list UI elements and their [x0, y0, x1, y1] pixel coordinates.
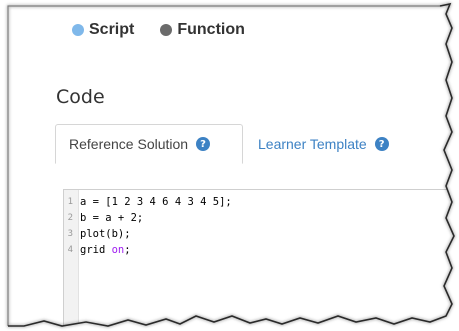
line-number: 3 — [67, 228, 73, 239]
code-line: 2 b = a + 2; — [64, 210, 144, 225]
tab-bar: Reference Solution ? Learner Template ? — [55, 124, 459, 164]
code-text: a = [1 2 3 4 6 4 3 4 5]; — [80, 195, 232, 208]
tab-learner-template-label: Learner Template — [258, 136, 367, 152]
line-number: 4 — [67, 244, 73, 255]
line-number: 1 — [67, 196, 73, 207]
code-text-before: grid — [80, 243, 112, 256]
code-text: plot(b); — [80, 227, 131, 240]
radio-script-label: Script — [89, 21, 135, 38]
line-number: 2 — [67, 212, 73, 223]
question-circle-icon[interactable]: ? — [374, 137, 389, 151]
code-keyword: on — [111, 243, 125, 256]
code-line: 4 grid on; — [64, 242, 131, 257]
code-text: grid on; — [77, 244, 131, 256]
radio-function-label: Function — [177, 21, 245, 38]
code-text-after: ; — [124, 243, 131, 256]
code-text: b = a + 2; — [80, 211, 144, 224]
radio-script[interactable]: Script — [72, 21, 134, 39]
code-line: 3 plot(b); — [64, 226, 131, 241]
code-line: 1 a = [1 2 3 4 6 4 3 4 5]; — [64, 194, 232, 209]
type-radio-group: Script Function — [72, 21, 245, 39]
tab-reference-solution[interactable]: Reference Solution ? — [55, 124, 243, 164]
tab-learner-template[interactable]: Learner Template ? — [245, 124, 402, 164]
radio-selected-icon — [72, 24, 84, 36]
code-editor[interactable]: 1 a = [1 2 3 4 6 4 3 4 5]; 2 b = a + 2; … — [63, 189, 459, 331]
radio-function[interactable]: Function — [160, 21, 245, 39]
radio-unselected-icon — [160, 24, 173, 36]
section-title: Code — [56, 86, 105, 108]
tab-reference-solution-label: Reference Solution — [69, 136, 189, 152]
question-circle-icon[interactable]: ? — [196, 137, 211, 151]
code-settings-panel: Script Function Code Reference Solution … — [0, 0, 459, 331]
